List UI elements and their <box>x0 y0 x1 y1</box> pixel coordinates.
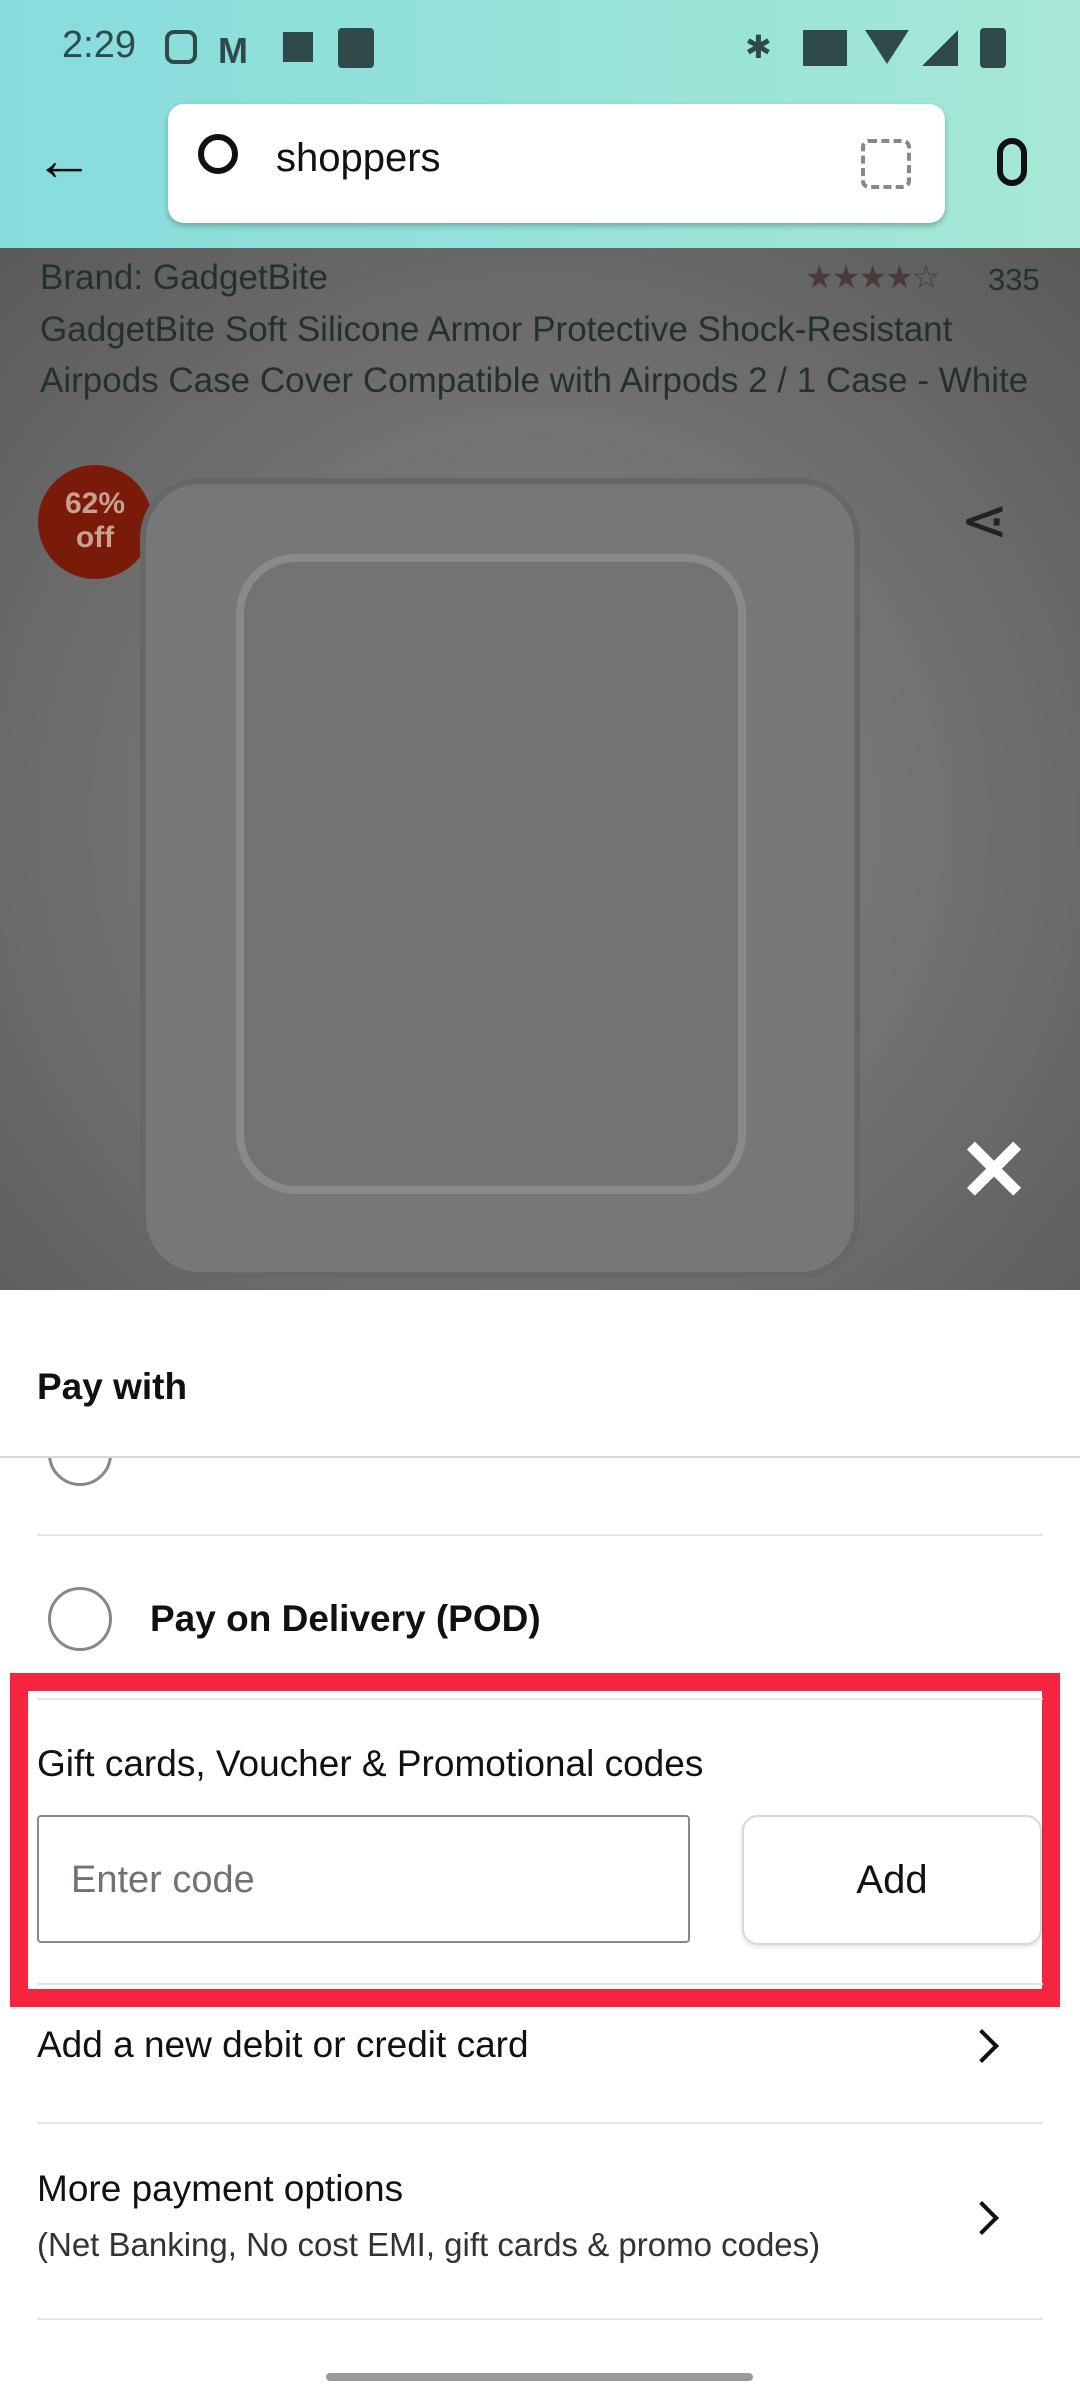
gift-code-label: Gift cards, Voucher & Promotional codes <box>37 1743 704 1784</box>
payment-sheet: Pay with Pay on Delivery (POD) Gift card… <box>0 1290 1080 2400</box>
product-title: GadgetBite Soft Silicone Armor Protectiv… <box>40 310 1029 400</box>
more-options-label: More payment options <box>37 2168 404 2209</box>
wifi-icon <box>865 30 909 64</box>
app-header: 2:29 M ✱ ← shoppers <box>0 0 1080 248</box>
rating-stars-icon: ★★★★☆ <box>805 259 940 295</box>
product-image <box>140 478 860 1278</box>
more-payment-options-row[interactable]: More payment options (Net Banking, No co… <box>0 2140 1080 2310</box>
bluetooth-icon: ✱ <box>745 29 772 65</box>
search-input[interactable]: shoppers <box>276 136 441 181</box>
product-preview: Brand: GadgetBite ★★★★☆ 335 GadgetBite S… <box>0 248 1080 1290</box>
discount-badge: 62% off <box>38 465 152 579</box>
code-input-placeholder: Enter code <box>71 1859 255 1901</box>
discount-off: off <box>75 521 115 554</box>
more-options-subtitle: (Net Banking, No cost EMI, gift cards & … <box>37 2226 821 2263</box>
search-bar[interactable]: shoppers <box>168 104 945 223</box>
gmail-icon: M <box>218 30 248 71</box>
search-icon <box>198 134 238 174</box>
product-brand: Brand: GadgetBite <box>40 258 328 297</box>
radio-pay-on-delivery[interactable] <box>48 1587 112 1651</box>
share-icon[interactable]: ⋖ <box>960 486 1009 554</box>
battery-icon <box>980 28 1006 68</box>
chevron-right-icon <box>965 2201 999 2235</box>
rating-count: 335 <box>988 262 1040 297</box>
add-card-row[interactable]: Add a new debit or credit card <box>0 2000 1080 2100</box>
nav-gesture-handle[interactable] <box>326 2373 753 2381</box>
add-code-button[interactable]: Add <box>742 1815 1042 1945</box>
close-icon[interactable]: ✕ <box>958 1128 1030 1214</box>
signal-icon <box>922 30 958 66</box>
instagram-icon <box>165 30 197 64</box>
microphone-icon[interactable] <box>997 138 1027 186</box>
task-icon <box>338 28 374 68</box>
sheet-title: Pay with <box>37 1366 188 1407</box>
add-card-label: Add a new debit or credit card <box>37 2024 529 2065</box>
code-input[interactable]: Enter code <box>37 1815 690 1943</box>
status-time: 2:29 <box>62 24 136 66</box>
chevron-right-icon <box>965 2029 999 2063</box>
discount-percent: 62% <box>64 487 126 520</box>
camera-scan-icon[interactable] <box>861 139 911 189</box>
gallery-icon <box>283 32 313 62</box>
radio-option-partial[interactable] <box>48 1458 112 1486</box>
pay-on-delivery-label: Pay on Delivery (POD) <box>150 1598 541 1639</box>
vowifi-icon <box>803 30 847 66</box>
back-arrow-icon[interactable]: ← <box>34 130 94 190</box>
